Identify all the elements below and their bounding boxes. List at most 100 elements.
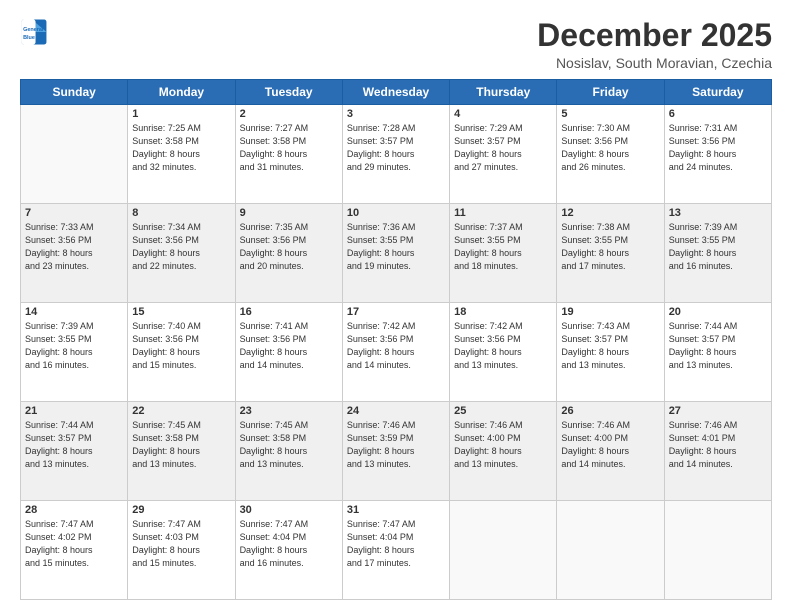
day-info: Sunrise: 7:45 AM Sunset: 3:58 PM Dayligh…	[240, 419, 338, 471]
calendar-cell: 22 Sunrise: 7:45 AM Sunset: 3:58 PM Dayli…	[128, 402, 235, 501]
day-info: Sunrise: 7:44 AM Sunset: 3:57 PM Dayligh…	[669, 320, 767, 372]
day-number: 1	[132, 108, 230, 120]
header: General Blue December 2025 Nosislav, Sou…	[20, 18, 772, 71]
day-info: Sunrise: 7:46 AM Sunset: 4:00 PM Dayligh…	[454, 419, 552, 471]
col-tuesday: Tuesday	[235, 80, 342, 105]
calendar-cell: 31Sunrise: 7:47 AM Sunset: 4:04 PM Dayli…	[342, 501, 449, 600]
day-number: 7	[25, 207, 123, 219]
day-info: Sunrise: 7:44 AM Sunset: 3:57 PM Dayligh…	[25, 419, 123, 471]
day-number: 6	[669, 108, 767, 120]
calendar-cell: 9 Sunrise: 7:35 AM Sunset: 3:56 PM Daylig…	[235, 204, 342, 303]
day-number: 20	[669, 306, 767, 318]
calendar-cell: 8 Sunrise: 7:34 AM Sunset: 3:56 PM Daylig…	[128, 204, 235, 303]
calendar-cell: 17 Sunrise: 7:42 AM Sunset: 3:56 PM Dayli…	[342, 303, 449, 402]
title-block: December 2025 Nosislav, South Moravian, …	[537, 18, 772, 71]
day-number: 10	[347, 207, 445, 219]
calendar-cell: 12 Sunrise: 7:38 AM Sunset: 3:55 PM Dayli…	[557, 204, 664, 303]
day-info: Sunrise: 7:37 AM Sunset: 3:55 PM Dayligh…	[454, 221, 552, 273]
calendar-cell: 26 Sunrise: 7:46 AM Sunset: 4:00 PM Dayli…	[557, 402, 664, 501]
calendar-cell: 2 Sunrise: 7:27 AM Sunset: 3:58 PM Daylig…	[235, 105, 342, 204]
day-info: Sunrise: 7:35 AM Sunset: 3:56 PM Dayligh…	[240, 221, 338, 273]
day-info: Sunrise: 7:27 AM Sunset: 3:58 PM Dayligh…	[240, 122, 338, 174]
calendar-cell: 6 Sunrise: 7:31 AM Sunset: 3:56 PM Daylig…	[664, 105, 771, 204]
col-friday: Friday	[557, 80, 664, 105]
calendar-cell: 14Sunrise: 7:39 AM Sunset: 3:55 PM Dayli…	[21, 303, 128, 402]
calendar-cell: 20 Sunrise: 7:44 AM Sunset: 3:57 PM Dayli…	[664, 303, 771, 402]
calendar-cell: 30 Sunrise: 7:47 AM Sunset: 4:04 PM Dayli…	[235, 501, 342, 600]
calendar-cell	[557, 501, 664, 600]
calendar-cell: 11Sunrise: 7:37 AM Sunset: 3:55 PM Dayli…	[450, 204, 557, 303]
header-row: Sunday Monday Tuesday Wednesday Thursday…	[21, 80, 772, 105]
day-number: 23	[240, 405, 338, 417]
day-info: Sunrise: 7:38 AM Sunset: 3:55 PM Dayligh…	[561, 221, 659, 273]
day-number: 31	[347, 504, 445, 516]
day-number: 21	[25, 405, 123, 417]
col-monday: Monday	[128, 80, 235, 105]
day-number: 18	[454, 306, 552, 318]
day-info: Sunrise: 7:47 AM Sunset: 4:03 PM Dayligh…	[132, 518, 230, 570]
calendar-cell: 5Sunrise: 7:30 AM Sunset: 3:56 PM Daylig…	[557, 105, 664, 204]
day-number: 22	[132, 405, 230, 417]
day-info: Sunrise: 7:34 AM Sunset: 3:56 PM Dayligh…	[132, 221, 230, 273]
calendar-cell	[664, 501, 771, 600]
day-info: Sunrise: 7:31 AM Sunset: 3:56 PM Dayligh…	[669, 122, 767, 174]
calendar-cell: 21 Sunrise: 7:44 AM Sunset: 3:57 PM Dayli…	[21, 402, 128, 501]
day-info: Sunrise: 7:46 AM Sunset: 4:00 PM Dayligh…	[561, 419, 659, 471]
day-info: Sunrise: 7:39 AM Sunset: 3:55 PM Dayligh…	[669, 221, 767, 273]
day-number: 14	[25, 306, 123, 318]
day-info: Sunrise: 7:47 AM Sunset: 4:02 PM Dayligh…	[25, 518, 123, 570]
day-number: 29	[132, 504, 230, 516]
calendar-cell: 1 Sunrise: 7:25 AM Sunset: 3:58 PM Daylig…	[128, 105, 235, 204]
subtitle: Nosislav, South Moravian, Czechia	[537, 55, 772, 71]
calendar-cell: 7Sunrise: 7:33 AM Sunset: 3:56 PM Daylig…	[21, 204, 128, 303]
day-info: Sunrise: 7:43 AM Sunset: 3:57 PM Dayligh…	[561, 320, 659, 372]
day-number: 30	[240, 504, 338, 516]
day-number: 17	[347, 306, 445, 318]
calendar-cell: 29 Sunrise: 7:47 AM Sunset: 4:03 PM Dayli…	[128, 501, 235, 600]
calendar-cell	[450, 501, 557, 600]
calendar-week-0: 1 Sunrise: 7:25 AM Sunset: 3:58 PM Daylig…	[21, 105, 772, 204]
calendar-week-3: 21 Sunrise: 7:44 AM Sunset: 3:57 PM Dayli…	[21, 402, 772, 501]
day-number: 16	[240, 306, 338, 318]
calendar-table: Sunday Monday Tuesday Wednesday Thursday…	[20, 79, 772, 600]
col-thursday: Thursday	[450, 80, 557, 105]
calendar-cell: 16 Sunrise: 7:41 AM Sunset: 3:56 PM Dayli…	[235, 303, 342, 402]
day-info: Sunrise: 7:42 AM Sunset: 3:56 PM Dayligh…	[347, 320, 445, 372]
day-info: Sunrise: 7:25 AM Sunset: 3:58 PM Dayligh…	[132, 122, 230, 174]
calendar-cell: 23 Sunrise: 7:45 AM Sunset: 3:58 PM Dayli…	[235, 402, 342, 501]
calendar-cell: 10 Sunrise: 7:36 AM Sunset: 3:55 PM Dayli…	[342, 204, 449, 303]
day-info: Sunrise: 7:42 AM Sunset: 3:56 PM Dayligh…	[454, 320, 552, 372]
logo-icon: General Blue	[20, 18, 48, 46]
calendar-cell: 13Sunrise: 7:39 AM Sunset: 3:55 PM Dayli…	[664, 204, 771, 303]
day-info: Sunrise: 7:41 AM Sunset: 3:56 PM Dayligh…	[240, 320, 338, 372]
calendar-cell: 28 Sunrise: 7:47 AM Sunset: 4:02 PM Dayli…	[21, 501, 128, 600]
day-number: 8	[132, 207, 230, 219]
calendar-cell: 4 Sunrise: 7:29 AM Sunset: 3:57 PM Daylig…	[450, 105, 557, 204]
page: General Blue December 2025 Nosislav, Sou…	[0, 0, 792, 612]
day-info: Sunrise: 7:40 AM Sunset: 3:56 PM Dayligh…	[132, 320, 230, 372]
calendar-week-4: 28 Sunrise: 7:47 AM Sunset: 4:02 PM Dayli…	[21, 501, 772, 600]
calendar-cell: 18 Sunrise: 7:42 AM Sunset: 3:56 PM Dayli…	[450, 303, 557, 402]
day-info: Sunrise: 7:36 AM Sunset: 3:55 PM Dayligh…	[347, 221, 445, 273]
day-number: 2	[240, 108, 338, 120]
col-wednesday: Wednesday	[342, 80, 449, 105]
day-info: Sunrise: 7:29 AM Sunset: 3:57 PM Dayligh…	[454, 122, 552, 174]
col-saturday: Saturday	[664, 80, 771, 105]
day-number: 25	[454, 405, 552, 417]
day-info: Sunrise: 7:47 AM Sunset: 4:04 PM Dayligh…	[240, 518, 338, 570]
calendar-cell: 15 Sunrise: 7:40 AM Sunset: 3:56 PM Dayli…	[128, 303, 235, 402]
day-number: 12	[561, 207, 659, 219]
day-number: 26	[561, 405, 659, 417]
day-number: 28	[25, 504, 123, 516]
day-number: 9	[240, 207, 338, 219]
day-info: Sunrise: 7:45 AM Sunset: 3:58 PM Dayligh…	[132, 419, 230, 471]
day-number: 4	[454, 108, 552, 120]
calendar-cell	[21, 105, 128, 204]
calendar-cell: 25 Sunrise: 7:46 AM Sunset: 4:00 PM Dayli…	[450, 402, 557, 501]
month-title: December 2025	[537, 18, 772, 53]
day-number: 24	[347, 405, 445, 417]
calendar-cell: 27Sunrise: 7:46 AM Sunset: 4:01 PM Dayli…	[664, 402, 771, 501]
calendar-week-1: 7Sunrise: 7:33 AM Sunset: 3:56 PM Daylig…	[21, 204, 772, 303]
day-number: 15	[132, 306, 230, 318]
col-sunday: Sunday	[21, 80, 128, 105]
